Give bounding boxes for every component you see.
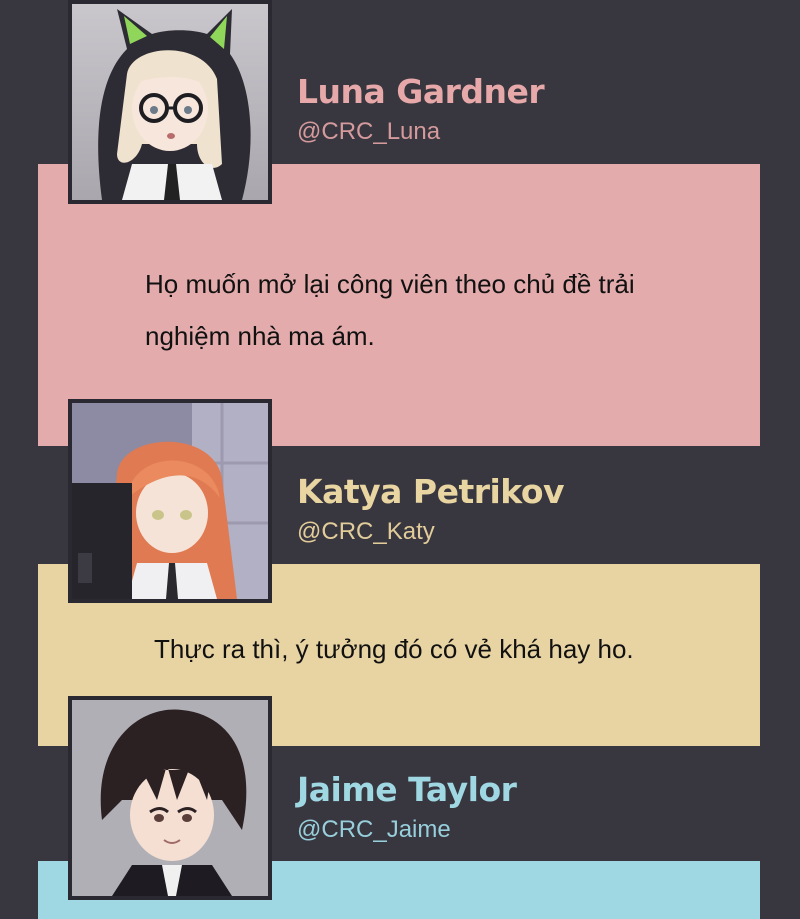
- sender-handle: @CRC_Katy: [297, 518, 435, 545]
- message-text: Họ muốn mở lại công viên theo chủ đề trả…: [145, 269, 635, 351]
- dark-hair-boy-avatar-icon: [72, 700, 268, 896]
- sender-name: Luna Gardner: [297, 72, 545, 111]
- sender-handle: @CRC_Jaime: [297, 816, 451, 843]
- avatar-luna: [68, 0, 272, 204]
- sender-name: Katya Petrikov: [297, 472, 565, 511]
- avatar-jaime: [68, 696, 272, 900]
- girl-cat-hood-avatar-icon: [72, 4, 268, 200]
- sender-name: Jaime Taylor: [297, 770, 517, 809]
- orange-hair-girl-avatar-icon: [72, 403, 268, 599]
- message-text: Thực ra thì, ý tưởng đó có vẻ khá hay ho…: [154, 634, 634, 664]
- sender-handle: @CRC_Luna: [297, 118, 441, 145]
- avatar-katya: [68, 399, 272, 603]
